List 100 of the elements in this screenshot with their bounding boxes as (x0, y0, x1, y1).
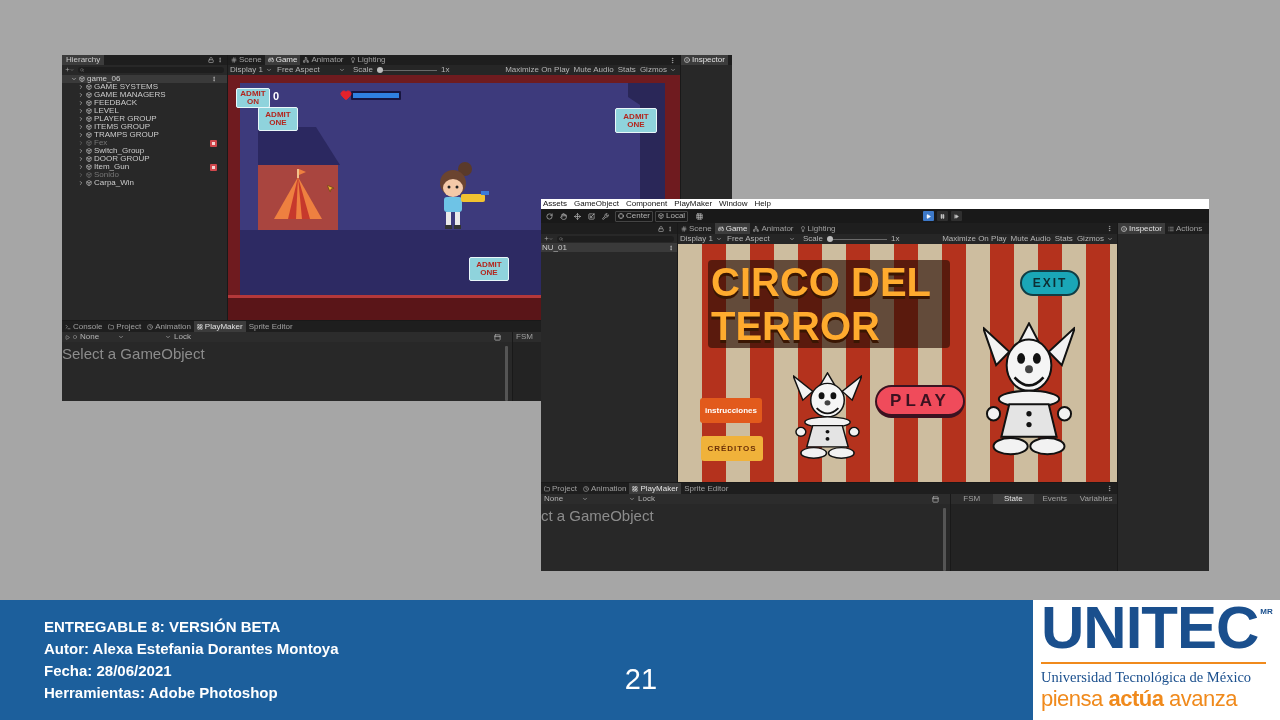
toolbar-toggle[interactable]: Stats (615, 66, 638, 74)
panel-tab[interactable]: Scene (678, 223, 715, 234)
rotate-icon[interactable] (546, 212, 553, 220)
gizmos-dropdown[interactable]: Gizmos (1074, 235, 1115, 243)
caret-icon[interactable] (78, 180, 84, 186)
slider-thumb[interactable] (827, 236, 833, 242)
hierarchy-item[interactable]: DOOR GROUP (62, 155, 227, 163)
hierarchy-item[interactable]: Switch_Group (62, 147, 227, 155)
lock-icon[interactable] (658, 225, 664, 232)
slider-thumb[interactable] (377, 67, 383, 73)
step-button[interactable] (951, 211, 963, 221)
caret-icon[interactable] (78, 124, 84, 130)
caret-icon[interactable] (165, 334, 171, 340)
add-button[interactable] (65, 67, 74, 72)
space-button[interactable]: Local (655, 210, 689, 222)
caret-icon[interactable] (78, 156, 84, 162)
kebab-icon[interactable] (211, 76, 217, 82)
panel-tab[interactable]: Events (1034, 494, 1076, 504)
menu-item[interactable]: Window (719, 200, 748, 208)
panel-tab[interactable]: Animator (300, 55, 347, 65)
play-icon[interactable] (65, 334, 70, 340)
pause-button[interactable] (937, 211, 949, 221)
panel-tab[interactable]: Game (714, 223, 751, 234)
caret-icon[interactable] (78, 132, 84, 138)
layout-icon[interactable] (494, 333, 501, 341)
panel-tab[interactable]: Scene (228, 55, 265, 65)
aspect-dropdown[interactable]: Free Aspect (727, 235, 797, 243)
add-button[interactable] (544, 236, 553, 241)
panel-tab[interactable]: Inspector (681, 55, 728, 65)
grid-icon[interactable] (696, 212, 704, 220)
kebab-icon[interactable] (668, 244, 674, 251)
panel-tab[interactable]: Project (105, 321, 145, 332)
panel-tab[interactable]: FSM (513, 332, 536, 342)
circle-icon[interactable] (73, 335, 77, 339)
hierarchy-item[interactable]: ITEMS GROUP (62, 123, 227, 131)
caret-icon[interactable] (78, 164, 84, 170)
hierarchy-item[interactable]: TRAMPS GROUP (62, 131, 227, 139)
hierarchy-item[interactable]: GAME MANAGERS (62, 91, 227, 99)
game-menu-button[interactable]: PLAY (875, 385, 965, 418)
lock-icon[interactable] (208, 57, 214, 63)
move-icon[interactable] (574, 212, 581, 220)
hierarchy-item[interactable]: LEVEL (62, 107, 227, 115)
kebab-icon[interactable] (217, 57, 223, 63)
panel-tab[interactable]: Lighting (796, 223, 839, 234)
hand-icon[interactable] (560, 212, 567, 220)
scale-slider[interactable] (377, 67, 437, 73)
panel-tab[interactable]: Project (541, 483, 580, 494)
hierarchy-item[interactable]: NU_01 (541, 243, 677, 252)
menu-item[interactable]: Component (625, 200, 668, 208)
toolbar-toggle[interactable]: Maximize On Play (503, 66, 572, 74)
aspect-dropdown[interactable]: Free Aspect (277, 66, 347, 74)
panel-tab[interactable]: Animation (144, 321, 194, 332)
panel-tab[interactable]: Inspector (1118, 223, 1165, 234)
panel-tab[interactable]: Sprite Editor (681, 483, 732, 494)
menu-item[interactable]: Assets (543, 200, 567, 208)
fsm-dropdown[interactable]: None (544, 495, 588, 503)
search-field[interactable] (557, 235, 674, 242)
caret-icon[interactable] (78, 148, 84, 154)
wrench-icon[interactable] (602, 212, 609, 220)
display-dropdown[interactable]: Display 1 (680, 235, 724, 243)
caret-icon[interactable] (629, 496, 635, 502)
panel-tab[interactable]: Game (264, 55, 301, 65)
game-menu-button[interactable]: instrucciones (700, 398, 762, 423)
panel-tab[interactable]: State (992, 494, 1034, 504)
panel-tab[interactable]: Console (62, 321, 106, 332)
gizmos-dropdown[interactable]: Gizmos (637, 66, 678, 74)
scale-icon[interactable] (588, 212, 595, 220)
panel-tab[interactable]: Variables (1075, 494, 1117, 504)
hierarchy-item[interactable]: FEEDBACK (62, 99, 227, 107)
caret-icon[interactable] (78, 116, 84, 122)
hierarchy-item[interactable]: game_06 (62, 75, 227, 83)
panel-tab[interactable]: Animation (579, 483, 630, 494)
game-menu-button[interactable]: CRÉDITOS (701, 436, 763, 461)
kebab-icon[interactable] (667, 225, 673, 232)
game-menu-button[interactable]: EXIT (1020, 270, 1080, 296)
lock-label[interactable]: Lock (638, 495, 655, 503)
caret-icon[interactable] (71, 76, 77, 82)
menu-item[interactable]: GameObject (574, 200, 619, 208)
hierarchy-item[interactable]: PLAYER GROUP (62, 115, 227, 123)
play-button[interactable] (923, 211, 935, 221)
toolbar-toggle[interactable]: Stats (1052, 235, 1075, 243)
caret-icon[interactable] (78, 92, 84, 98)
caret-icon[interactable] (78, 84, 84, 90)
lock-label[interactable]: Lock (174, 333, 191, 341)
panel-tab[interactable]: Lighting (346, 55, 389, 65)
fsm-dropdown[interactable]: None (80, 333, 124, 341)
hierarchy-item[interactable]: Item_Gun (62, 163, 227, 171)
display-dropdown[interactable]: Display 1 (230, 66, 274, 74)
caret-icon[interactable] (78, 100, 84, 106)
panel-tab[interactable]: Animator (750, 223, 797, 234)
panel-tab[interactable]: PlayMaker (629, 483, 682, 494)
hierarchy-item[interactable]: GAME SYSTEMS (62, 83, 227, 91)
caret-icon[interactable] (78, 108, 84, 114)
panel-tab[interactable]: Actions (1164, 223, 1206, 234)
layout-icon[interactable] (932, 495, 939, 503)
panel-tab[interactable]: PlayMaker (193, 321, 246, 332)
search-field[interactable] (78, 66, 224, 73)
hierarchy-item[interactable]: Carpa_Win (62, 179, 227, 187)
menu-item[interactable]: Help (754, 200, 771, 208)
pivot-button[interactable]: Center (615, 210, 653, 222)
